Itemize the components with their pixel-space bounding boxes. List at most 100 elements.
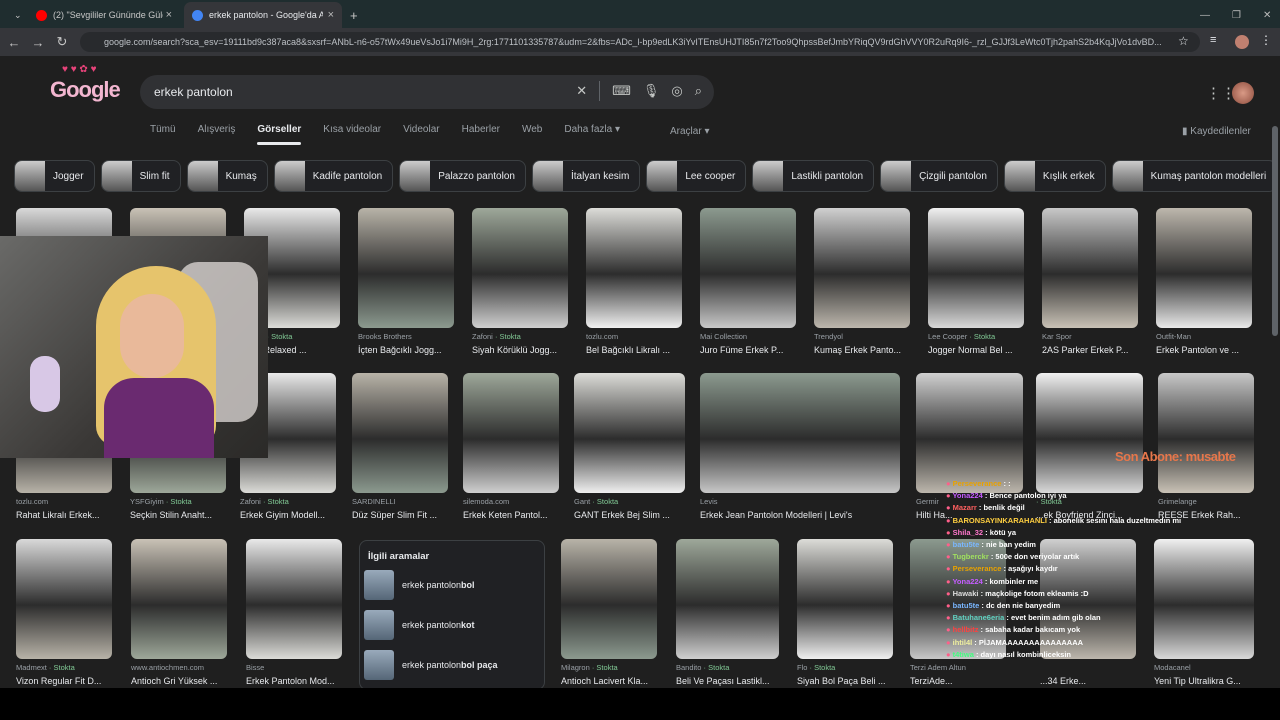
result-thumbnail[interactable]: [574, 373, 685, 493]
result-thumbnail[interactable]: [352, 373, 448, 493]
result-caption[interactable]: Seçkin Stilin Anaht...: [130, 510, 226, 520]
close-window-icon[interactable]: ✕: [1263, 10, 1271, 21]
keyboard-icon[interactable]: ⌨: [612, 83, 631, 101]
tab-images[interactable]: Görseller: [257, 124, 301, 148]
profile-icon[interactable]: [1235, 35, 1249, 49]
image-result[interactable]: Lee Cooper · Stokta Jogger Normal Bel ...: [928, 208, 1024, 360]
result-caption[interactable]: Erkek Jean Pantolon Modelleri | Levi's: [700, 510, 900, 520]
related-item[interactable]: erkek pantolon bol paça: [364, 649, 498, 681]
result-caption[interactable]: Yeni Tip Ultralikra G...: [1154, 676, 1254, 686]
result-caption[interactable]: Juro Füme Erkek P...: [700, 345, 796, 355]
image-result[interactable]: Milagron · Stokta Antioch Lacivert Kla...: [561, 539, 657, 688]
address-bar[interactable]: google.com/search?sca_esv=19111bd9c387ac…: [80, 32, 1200, 52]
saved-button[interactable]: ▮ Kaydedilenler: [1182, 126, 1251, 137]
avatar[interactable]: [1232, 82, 1254, 104]
image-result[interactable]: Zafoni · Stokta Siyah Körüklü Jogg...: [472, 208, 568, 360]
search-input[interactable]: erkek pantolon ✕ ⌨ 🎙 ◎ ⌕: [140, 75, 714, 109]
result-caption[interactable]: Vizon Regular Fit D...: [16, 676, 112, 686]
result-caption[interactable]: Siyah Körüklü Jogg...: [472, 345, 568, 355]
close-tab-icon[interactable]: ×: [166, 9, 172, 21]
result-caption[interactable]: Erkek Giyim Modell...: [240, 510, 336, 520]
result-thumbnail[interactable]: [472, 208, 568, 328]
media-icon[interactable]: ≡: [1210, 34, 1216, 46]
result-caption[interactable]: 2AS Parker Erkek P...: [1042, 345, 1138, 355]
result-caption[interactable]: Erkek Pantolon Mod...: [246, 676, 342, 686]
image-result[interactable]: tozlu.com Bel Bağcıklı Likralı ...: [586, 208, 682, 360]
result-caption[interactable]: Jogger Normal Bel ...: [928, 345, 1024, 355]
chip[interactable]: Jogger: [14, 160, 95, 192]
chip[interactable]: İtalyan kesim: [531, 160, 641, 192]
image-result[interactable]: Bandito · Stokta Beli Ve Paçası Lastikl..…: [676, 539, 779, 688]
tab-videos[interactable]: Videolar: [403, 124, 440, 148]
microphone-icon[interactable]: 🎙: [643, 83, 660, 101]
chip[interactable]: Lastikli pantolon: [752, 160, 875, 192]
image-result[interactable]: Gant · Stokta GANT Erkek Bej Slim ...: [574, 373, 685, 525]
bookmark-star-icon[interactable]: ☆: [1178, 34, 1189, 48]
result-caption[interactable]: TerziAde...: [910, 676, 1006, 686]
image-result[interactable]: Madmext · Stokta Vizon Regular Fit D...: [16, 539, 112, 688]
tab-short-videos[interactable]: Kısa videolar: [323, 124, 381, 148]
image-result[interactable]: www.antiochmen.com Antioch Gri Yüksek ...: [131, 539, 227, 688]
tab-youtube[interactable]: (2) "Sevgililer Gününde Güldür ×: [28, 2, 180, 28]
image-result[interactable]: Levis Erkek Jean Pantolon Modelleri | Lev…: [700, 373, 900, 525]
result-caption[interactable]: ...34 Erke...: [1040, 676, 1136, 686]
lens-icon[interactable]: ◎: [671, 83, 682, 101]
result-caption[interactable]: Erkek Pantolon ve ...: [1156, 345, 1252, 355]
chip[interactable]: Çizgili pantolon: [880, 160, 998, 192]
image-result[interactable]: Outfit-Man Erkek Pantolon ve ...: [1156, 208, 1252, 360]
related-item[interactable]: erkek pantolon kot: [364, 609, 475, 641]
result-caption[interactable]: Siyah Bol Paça Beli ...: [797, 676, 893, 686]
result-thumbnail[interactable]: [700, 208, 796, 328]
chip[interactable]: Palazzo pantolon: [399, 160, 526, 192]
result-thumbnail[interactable]: [131, 539, 227, 659]
tab-shopping[interactable]: Alışveriş: [198, 124, 236, 148]
result-thumbnail[interactable]: [916, 373, 1023, 493]
result-caption[interactable]: Düz Süper Slim Fit ...: [352, 510, 448, 520]
chip[interactable]: Slim fit: [100, 160, 181, 192]
close-tab-icon[interactable]: ×: [328, 9, 334, 21]
tab-list-button[interactable]: ⌄: [6, 2, 26, 28]
new-tab-button[interactable]: +: [342, 2, 366, 28]
result-caption[interactable]: Antioch Lacivert Kla...: [561, 676, 657, 686]
result-thumbnail[interactable]: [586, 208, 682, 328]
tab-more[interactable]: Daha fazla ▾: [564, 124, 620, 148]
back-icon[interactable]: ←: [2, 35, 26, 50]
result-thumbnail[interactable]: [1158, 373, 1254, 493]
window-controls[interactable]: — ❐ ✕: [1192, 2, 1272, 28]
result-thumbnail[interactable]: [16, 539, 112, 659]
result-thumbnail[interactable]: [1042, 208, 1138, 328]
tab-web[interactable]: Web: [522, 124, 542, 148]
related-item[interactable]: erkek pantolon bol: [364, 569, 475, 601]
scrollbar-thumb[interactable]: [1272, 126, 1278, 336]
google-logo[interactable]: Google: [50, 77, 121, 103]
forward-icon[interactable]: →: [26, 35, 50, 50]
result-thumbnail[interactable]: [1156, 208, 1252, 328]
result-caption[interactable]: Antioch Gri Yüksek ...: [131, 676, 227, 686]
result-caption[interactable]: Bel Bağcıklı Likralı ...: [586, 345, 682, 355]
result-caption[interactable]: Erkek Keten Pantol...: [463, 510, 559, 520]
image-result[interactable]: silemoda.com Erkek Keten Pantol...: [463, 373, 559, 525]
tab-news[interactable]: Haberler: [462, 124, 500, 148]
tools-button[interactable]: Araçlar ▾: [670, 126, 709, 137]
result-thumbnail[interactable]: [814, 208, 910, 328]
result-thumbnail[interactable]: [700, 373, 900, 493]
image-result[interactable]: Brooks Brothers İçten Bağcıklı Jogg...: [358, 208, 454, 360]
result-thumbnail[interactable]: [928, 208, 1024, 328]
chip[interactable]: Lee cooper: [646, 160, 747, 192]
image-result[interactable]: Flo · Stokta Siyah Bol Paça Beli ...: [797, 539, 893, 688]
chip[interactable]: Kumaş pantolon modelleri: [1111, 160, 1278, 192]
result-thumbnail[interactable]: [358, 208, 454, 328]
chip[interactable]: Kadife pantolon: [273, 160, 394, 192]
minimize-icon[interactable]: —: [1200, 10, 1210, 21]
chip[interactable]: Kumaş: [186, 160, 268, 192]
result-caption[interactable]: Kumaş Erkek Panto...: [814, 345, 910, 355]
menu-icon[interactable]: ⋮: [1260, 33, 1272, 47]
reload-icon[interactable]: ↻: [50, 34, 74, 50]
search-icon[interactable]: ⌕: [695, 83, 702, 101]
result-thumbnail[interactable]: [561, 539, 657, 659]
result-thumbnail[interactable]: [676, 539, 779, 659]
result-caption[interactable]: İçten Bağcıklı Jogg...: [358, 345, 454, 355]
result-caption[interactable]: Beli Ve Paçası Lastikl...: [676, 676, 779, 686]
result-thumbnail[interactable]: [463, 373, 559, 493]
clear-icon[interactable]: ✕: [576, 83, 587, 101]
